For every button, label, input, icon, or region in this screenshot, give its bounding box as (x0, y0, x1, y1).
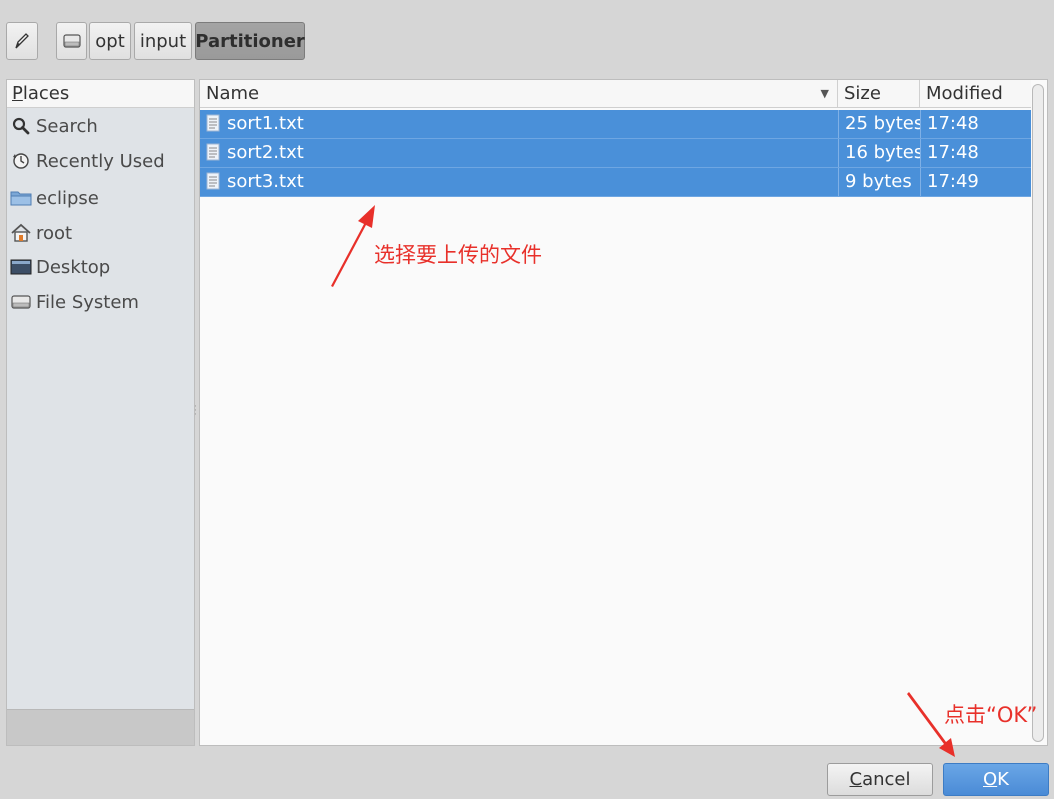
file-modified: 17:48 (920, 110, 1031, 138)
cancel-button[interactable]: Cancel (827, 763, 933, 796)
path-button-opt[interactable]: opt (89, 22, 131, 60)
places-footer (7, 709, 194, 745)
file-row[interactable]: sort1.txt 25 bytes 17:48 (200, 110, 1031, 139)
drive-icon (62, 34, 81, 48)
path-label: Partitioner (195, 30, 305, 52)
file-size: 25 bytes (838, 110, 920, 138)
home-icon (10, 222, 32, 244)
pane-splitter-handle[interactable]: · · · (194, 403, 198, 420)
place-eclipse[interactable]: eclipse (7, 183, 194, 213)
pencil-icon (15, 33, 29, 49)
place-label: eclipse (36, 187, 99, 209)
annotation-click-ok: 点击“OK” (944, 703, 1038, 727)
place-label: Search (36, 115, 98, 137)
edit-location-button[interactable] (6, 22, 38, 60)
text-file-icon (206, 114, 220, 131)
place-file-system[interactable]: File System (7, 287, 194, 317)
cancel-mnemonic: C (849, 769, 863, 790)
annotation-select-files: 选择要上传的文件 (374, 243, 542, 267)
path-label: input (139, 30, 187, 52)
place-desktop[interactable]: Desktop (7, 252, 194, 282)
file-row[interactable]: sort2.txt 16 bytes 17:48 (200, 139, 1031, 168)
path-label: opt (95, 30, 125, 52)
file-modified: 17:49 (920, 168, 1031, 196)
place-label: Recently Used (36, 150, 165, 172)
path-button-partitioner[interactable]: Partitioner (195, 22, 305, 60)
column-header-label: Size (844, 83, 881, 104)
ok-label: K (997, 769, 1009, 790)
places-header[interactable]: Places (7, 80, 194, 108)
column-header-modified[interactable]: Modified (920, 80, 1031, 108)
place-label: File System (36, 291, 139, 313)
place-search[interactable]: Search (7, 111, 194, 141)
ok-button[interactable]: OK (943, 763, 1049, 796)
file-name: sort2.txt (227, 142, 304, 163)
place-recently-used[interactable]: Recently Used (7, 146, 194, 176)
column-header-label: Modified (926, 83, 1003, 104)
desktop-icon (10, 256, 32, 278)
column-header-size[interactable]: Size (838, 80, 920, 108)
file-chooser-dialog: opt input Partitioner Places Search Rece… (0, 0, 1054, 799)
column-header-name[interactable]: Name ▼ (200, 80, 838, 108)
search-icon (10, 115, 32, 137)
cancel-label: ancel (862, 769, 911, 790)
drive-icon (10, 291, 32, 313)
ok-mnemonic: O (983, 769, 998, 790)
column-header-label: Name (206, 83, 260, 104)
sort-arrow-icon: ▼ (820, 87, 829, 100)
file-size: 9 bytes (838, 168, 920, 196)
places-panel: Places Search Recently Used eclipse root… (6, 79, 195, 746)
file-size: 16 bytes (838, 139, 920, 167)
place-label: Desktop (36, 256, 111, 278)
folder-icon (10, 187, 32, 209)
place-root[interactable]: root (7, 218, 194, 248)
file-list: Name ▼ Size Modified sort1.txt 25 bytes … (199, 79, 1048, 746)
path-button-input[interactable]: input (134, 22, 192, 60)
file-name: sort1.txt (227, 113, 304, 134)
recent-icon (10, 150, 32, 172)
vertical-scrollbar[interactable] (1032, 84, 1044, 742)
places-header-label: laces (22, 83, 70, 104)
file-row[interactable]: sort3.txt 9 bytes 17:49 (200, 168, 1031, 197)
place-label: root (36, 222, 73, 244)
text-file-icon (206, 143, 220, 160)
drive-root-button[interactable] (56, 22, 87, 60)
text-file-icon (206, 172, 220, 189)
places-header-mnemonic: P (12, 83, 23, 104)
file-name: sort3.txt (227, 171, 304, 192)
file-modified: 17:48 (920, 139, 1031, 167)
